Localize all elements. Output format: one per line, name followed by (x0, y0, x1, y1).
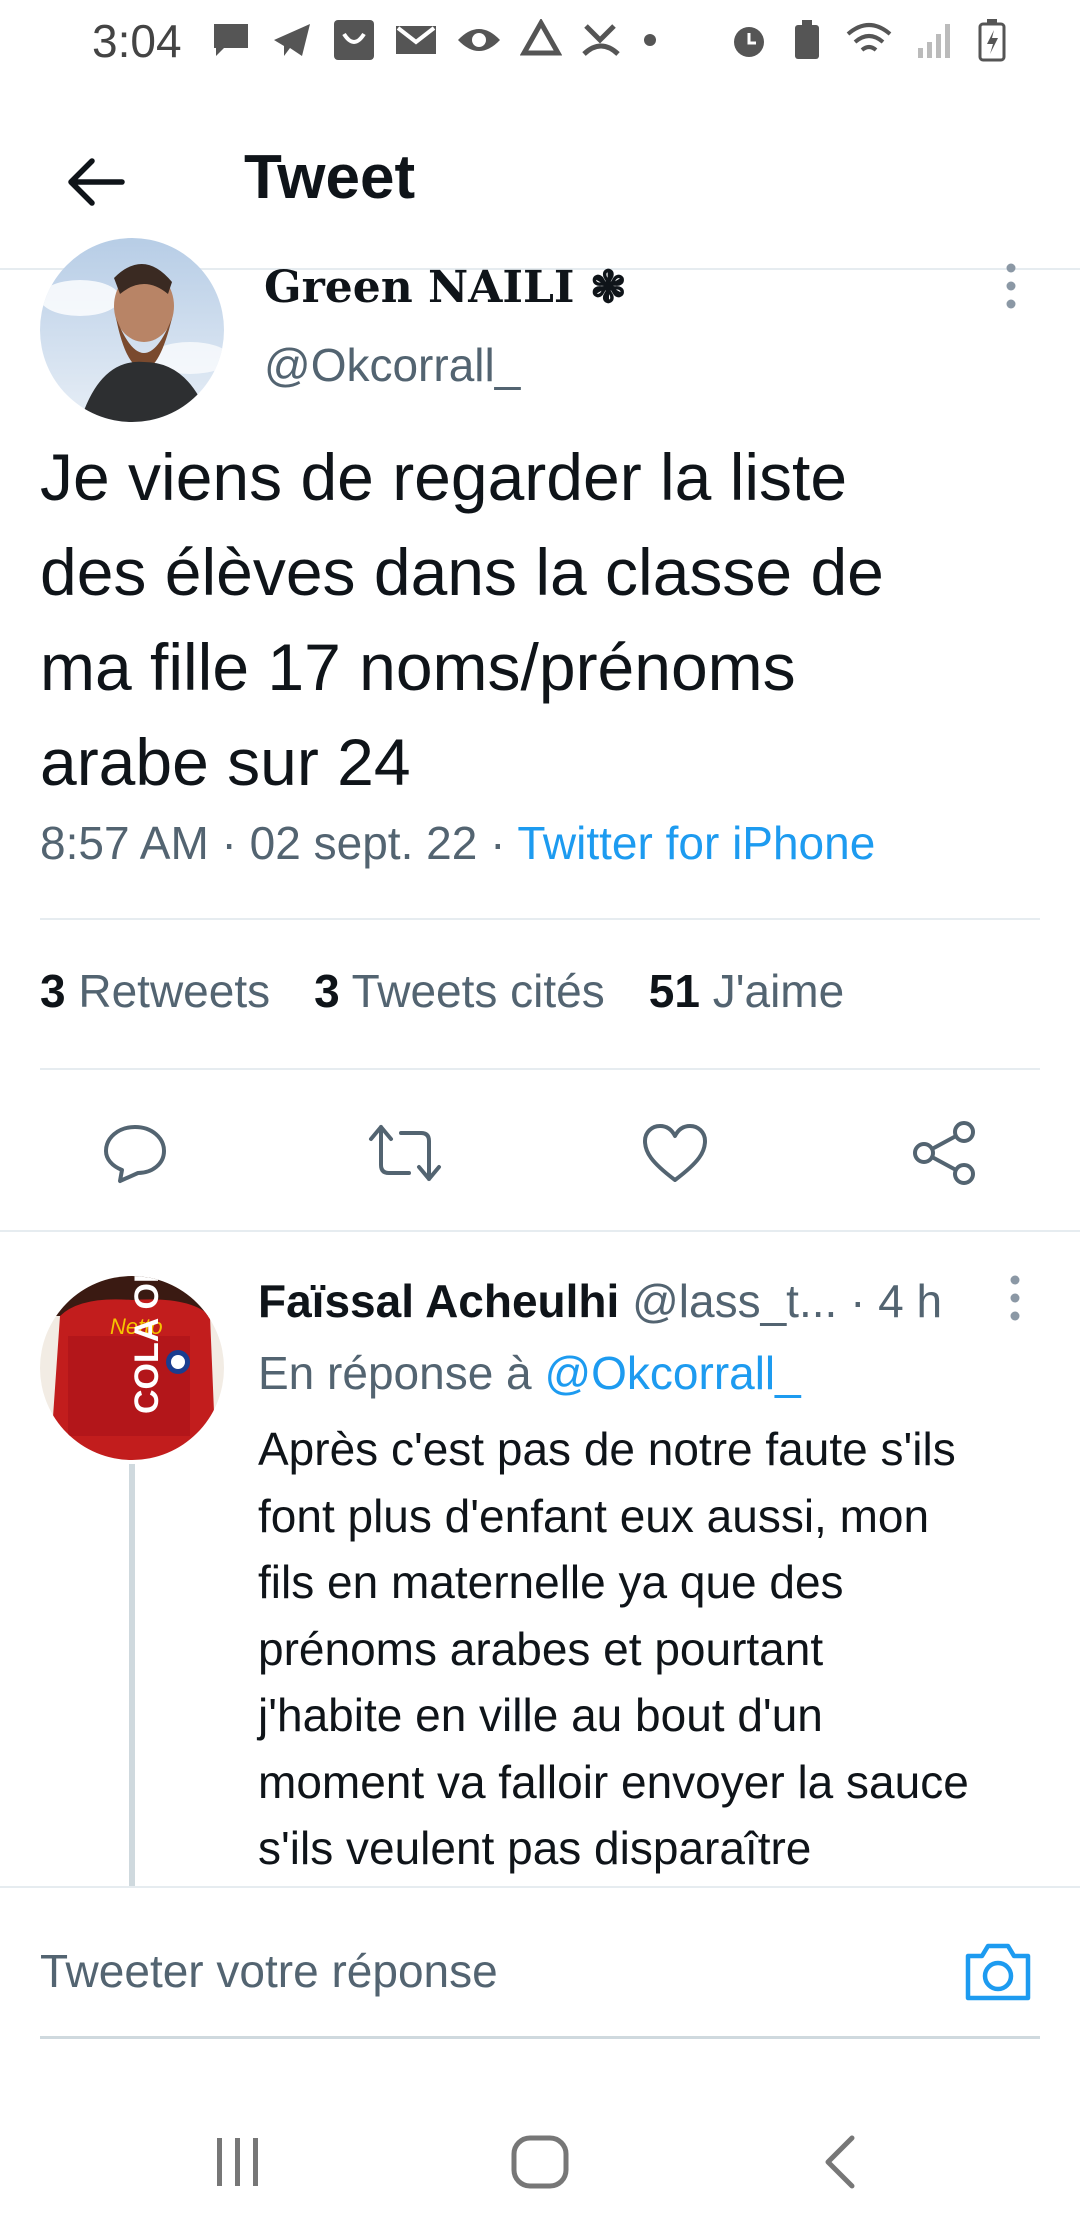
composer-underline (40, 2036, 1040, 2039)
tweet-text: Je viens de regarder la liste des élèves… (40, 440, 884, 799)
meta-separator: · (208, 817, 250, 869)
tweet-more-button[interactable] (996, 262, 1026, 318)
status-time: 3:04 (92, 15, 182, 67)
missed-call-icon (582, 24, 620, 56)
likes-label: J'aime (712, 965, 845, 1017)
more-vertical-icon (1006, 263, 1016, 309)
author-avatar[interactable] (40, 238, 224, 422)
reply-text: Après c'est pas de notre faute s'ils fon… (258, 1423, 969, 1874)
meta-separator: · (477, 817, 518, 869)
home-button[interactable] (500, 2132, 580, 2192)
retweets-stat[interactable]: 3 Retweets (40, 964, 270, 1018)
wifi-icon (846, 23, 892, 52)
divider (40, 1068, 1040, 1070)
divider (0, 1230, 1080, 1232)
alarm-icon (734, 27, 764, 57)
heart-icon (643, 1124, 707, 1182)
reply-more-button[interactable] (1000, 1274, 1030, 1330)
gmail-icon (396, 26, 436, 54)
battery-icon (978, 19, 1006, 62)
back-arrow-icon (68, 158, 125, 206)
app-notification-icon (334, 20, 374, 60)
top-app-bar: Tweet (0, 110, 1080, 250)
retweet-icon (369, 1125, 441, 1181)
quotes-count: 3 (314, 965, 340, 1017)
tweet-time: 8:57 AM (40, 817, 209, 869)
avatar-photo: Netto COLA ONE (40, 1276, 224, 1460)
share-button[interactable] (900, 1108, 990, 1198)
reply-author-name[interactable]: Faïssal Acheulhi (258, 1275, 619, 1327)
avatar-product-text: COLA ONE (128, 1276, 166, 1414)
divider (0, 1886, 1080, 1888)
reply-to-label: En réponse à (258, 1347, 532, 1399)
telegram-icon (274, 24, 310, 56)
eye-icon (458, 29, 500, 51)
recycle-icon (520, 19, 562, 56)
tweet-actions (0, 1108, 1080, 1200)
thread-line (129, 1464, 135, 1888)
author-name[interactable]: Green NAILI ❃ (264, 262, 627, 313)
reply-input[interactable]: Tweeter votre réponse (40, 1944, 498, 1998)
reply-age: · 4 h (850, 1275, 943, 1327)
signal-icon (918, 24, 950, 58)
reply-icon (104, 1125, 166, 1183)
message-icon (214, 24, 248, 56)
system-nav-bar (0, 2080, 1080, 2220)
reply-author-avatar[interactable]: Netto COLA ONE (40, 1276, 224, 1460)
tweet-stats: 3 Retweets 3 Tweets cités 51 J'aime (40, 964, 844, 1018)
more-vertical-icon (1010, 1275, 1020, 1321)
likes-stat[interactable]: 51 J'aime (649, 964, 844, 1018)
camera-button[interactable] (962, 1936, 1034, 2008)
avatar-photo (40, 238, 224, 422)
retweets-count: 3 (40, 965, 66, 1017)
reply-header: Faïssal Acheulhi @lass_t... · 4 h (258, 1274, 942, 1328)
back-button[interactable] (58, 144, 134, 220)
reply-author-handle[interactable]: @lass_t... (632, 1275, 837, 1327)
quotes-label: Tweets cités (351, 965, 605, 1017)
like-button[interactable] (630, 1108, 720, 1198)
divider (40, 918, 1040, 920)
quotes-stat[interactable]: 3 Tweets cités (314, 964, 605, 1018)
chevron-left-icon (825, 2135, 855, 2189)
reply-to-mention[interactable]: @Okcorrall_ (544, 1347, 800, 1399)
page-title: Tweet (244, 143, 416, 212)
author-handle[interactable]: @Okcorrall_ (264, 338, 520, 392)
likes-count: 51 (648, 965, 700, 1017)
system-back-button[interactable] (800, 2132, 880, 2192)
notification-icons (210, 18, 660, 62)
system-icons (728, 18, 1006, 62)
retweet-button[interactable] (360, 1108, 450, 1198)
home-icon (511, 2135, 569, 2189)
retweets-label: Retweets (78, 965, 271, 1017)
camera-icon (965, 1943, 1031, 2001)
share-icon (913, 1121, 975, 1185)
battery-saver-icon (795, 20, 819, 59)
dot-icon (644, 34, 656, 46)
reply-button[interactable] (90, 1108, 180, 1198)
tweet-meta: 8:57 AM · 02 sept. 22 · Twitter for iPho… (40, 816, 875, 870)
reply-context: En réponse à @Okcorrall_ (258, 1346, 801, 1400)
tweet-date: 02 sept. 22 (249, 817, 478, 869)
tweet-source-link[interactable]: Twitter for iPhone (517, 817, 875, 869)
recent-apps-icon (217, 2138, 258, 2186)
recent-apps-button[interactable] (198, 2132, 278, 2192)
status-bar: 3:04 (0, 0, 1080, 80)
